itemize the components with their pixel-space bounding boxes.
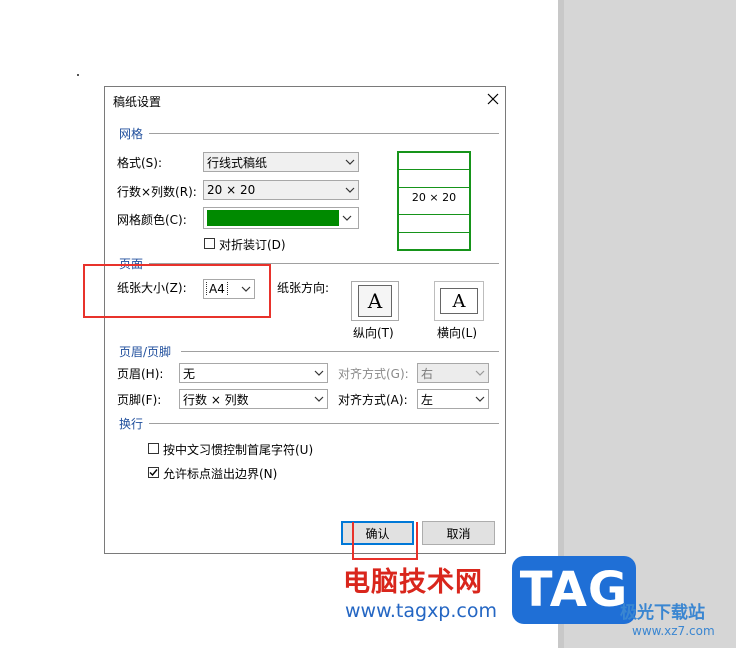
grid-color-select[interactable] [203, 207, 359, 229]
landscape-button[interactable]: A [434, 281, 484, 321]
watermark-side-url: www.xz7.com [632, 624, 715, 638]
header-value: 无 [183, 366, 196, 381]
preview-text: 20 × 20 [411, 191, 457, 204]
landscape-page-icon: A [440, 288, 478, 314]
rowscols-label: 行数×列数(R): [117, 185, 197, 199]
footer-select[interactable]: 行数 × 列数 [179, 389, 328, 409]
header-label: 页眉(H): [117, 367, 164, 381]
format-select[interactable]: 行线式稿纸 [203, 152, 359, 172]
punctuation-overflow-label: 允许标点溢出边界(N) [163, 467, 278, 481]
header-select[interactable]: 无 [179, 363, 328, 383]
wrap-section-title: 换行 [119, 417, 144, 431]
wrap-divider [149, 423, 499, 424]
header-footer-divider [181, 351, 499, 352]
portrait-page-icon: A [358, 285, 392, 317]
chevron-down-icon [342, 159, 358, 165]
header-align-value: 右 [421, 366, 434, 381]
orientation-label: 纸张方向: [277, 281, 330, 295]
chevron-down-icon [311, 396, 327, 402]
manuscript-settings-dialog: 稿纸设置 网格 格式(S): 行线式稿纸 行数×列数(R): 20 × 20 网… [104, 86, 506, 554]
chevron-down-icon [342, 187, 358, 193]
format-label: 格式(S): [117, 156, 163, 170]
close-icon[interactable] [483, 89, 503, 109]
highlight-box-ok [352, 522, 418, 560]
punctuation-overflow-checkbox[interactable] [148, 467, 159, 478]
fold-binding-label: 对折装订(D) [219, 238, 286, 252]
watermark-tag-logo: TAG [512, 556, 636, 624]
watermark-url: www.tagxp.com [345, 600, 497, 622]
rowscols-value: 20 × 20 [207, 183, 256, 197]
chinese-habit-label: 按中文习惯控制首尾字符(U) [163, 443, 314, 457]
preview-line [399, 232, 469, 233]
footer-align-select[interactable]: 左 [417, 389, 489, 409]
format-value: 行线式稿纸 [207, 155, 268, 170]
header-align-label: 对齐方式(G): [338, 367, 409, 381]
chevron-down-icon [472, 370, 488, 376]
grid-color-label: 网格颜色(C): [117, 213, 187, 227]
footer-label: 页脚(F): [117, 393, 162, 407]
chevron-down-icon [339, 215, 355, 221]
check-icon [149, 469, 158, 477]
dialog-title: 稿纸设置 [113, 95, 162, 109]
landscape-label: 横向(L) [437, 326, 478, 340]
rowscols-select[interactable]: 20 × 20 [203, 180, 359, 200]
preview-line [399, 214, 469, 215]
cancel-button[interactable]: 取消 [422, 521, 495, 545]
page-dot [77, 74, 79, 76]
preview-line [399, 187, 469, 188]
highlight-box-paper-size [83, 264, 271, 318]
footer-value: 行数 × 列数 [183, 392, 249, 407]
preview-line [399, 169, 469, 170]
fold-binding-checkbox[interactable] [204, 238, 215, 249]
header-footer-section-title: 页眉/页脚 [119, 345, 172, 359]
grid-section-title: 网格 [119, 127, 144, 141]
grid-preview: 20 × 20 [397, 151, 471, 251]
portrait-button[interactable]: A [351, 281, 399, 321]
chinese-habit-checkbox[interactable] [148, 443, 159, 454]
watermark-side-text: 极光下载站 [620, 603, 705, 623]
header-align-select: 右 [417, 363, 489, 383]
chevron-down-icon [472, 396, 488, 402]
watermark-site-name: 电脑技术网 [343, 567, 483, 598]
footer-align-label: 对齐方式(A): [338, 393, 408, 407]
footer-align-value: 左 [421, 392, 434, 407]
background-side-panel [558, 0, 736, 648]
chevron-down-icon [311, 370, 327, 376]
grid-divider [149, 133, 499, 134]
grid-color-swatch [207, 210, 339, 226]
portrait-label: 纵向(T) [353, 326, 394, 340]
